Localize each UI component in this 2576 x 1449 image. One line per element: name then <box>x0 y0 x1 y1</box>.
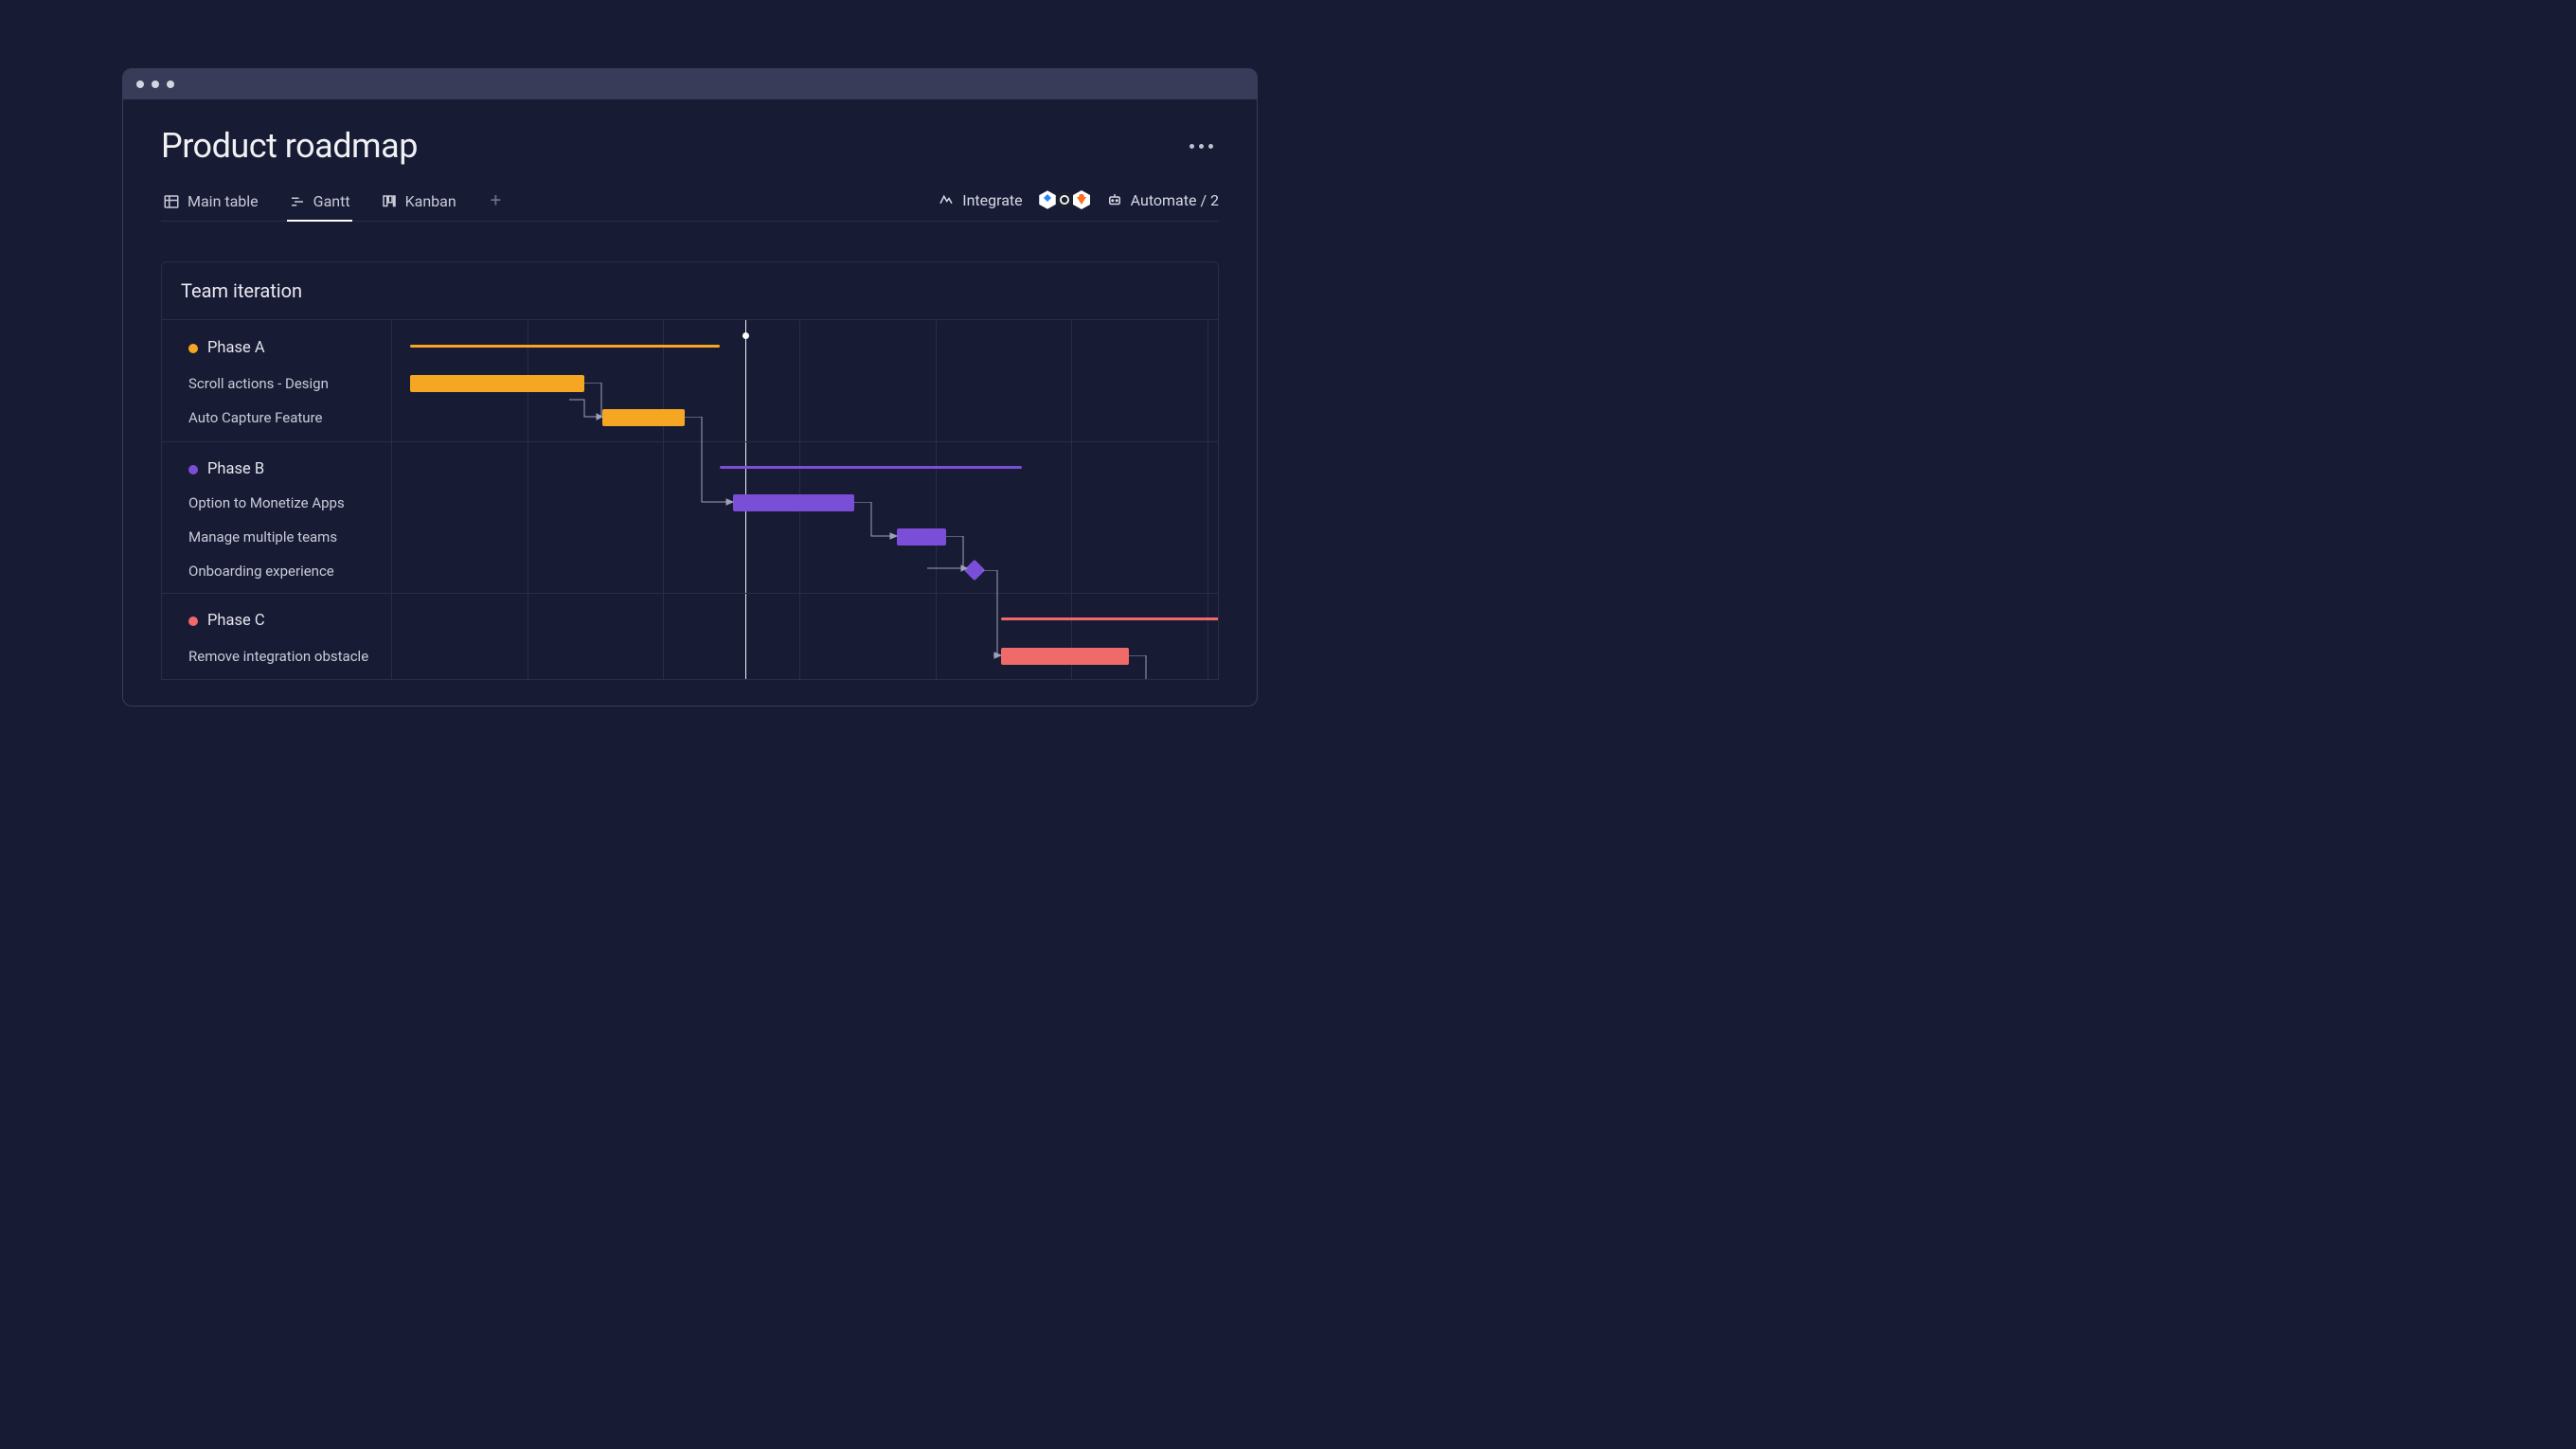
phase-name: Phase A <box>207 339 265 357</box>
integrate-icon <box>938 191 955 208</box>
phase-header-a[interactable]: Phase A <box>162 339 265 357</box>
integrations-icons[interactable] <box>1036 188 1093 211</box>
phase-a-summary-bar[interactable] <box>410 345 720 348</box>
gantt-icon <box>289 193 306 210</box>
task-label: Remove integration obstacle <box>162 648 394 665</box>
kanban-icon <box>381 193 398 210</box>
dependency-arrow <box>952 570 1009 663</box>
phase-header-b[interactable]: Phase B <box>162 460 264 478</box>
tab-kanban[interactable]: Kanban <box>379 187 458 222</box>
page-title: Product roadmap <box>161 126 418 166</box>
task-bar[interactable] <box>410 375 584 392</box>
tab-label: Kanban <box>405 192 456 210</box>
phase-color-dot <box>188 465 198 474</box>
phase-header-c[interactable]: Phase C <box>162 612 265 630</box>
window-close-dot[interactable] <box>136 80 144 88</box>
task-bar[interactable] <box>1001 648 1129 665</box>
tab-label: Gantt <box>313 192 350 210</box>
window-min-dot[interactable] <box>152 80 159 88</box>
dependency-arrow <box>685 417 742 510</box>
integrate-button[interactable]: Integrate <box>938 191 1022 209</box>
add-view-button[interactable]: + <box>485 188 507 219</box>
dependency-arrow <box>1129 655 1152 680</box>
window-max-dot[interactable] <box>167 80 174 88</box>
app-window: Product roadmap Main table Gantt Kanban <box>122 68 1258 707</box>
phase-name: Phase B <box>207 460 264 478</box>
table-icon <box>163 193 180 210</box>
task-label: Option to Monetize Apps <box>162 494 394 511</box>
automate-button[interactable]: Automate / 2 <box>1106 191 1219 209</box>
tab-gantt[interactable]: Gantt <box>287 187 352 222</box>
dependency-arrow <box>854 502 903 544</box>
task-label: Onboarding experience <box>162 563 394 580</box>
task-row[interactable]: Onboarding experience <box>162 563 1218 580</box>
task-label: Scroll actions - Design <box>162 375 394 392</box>
task-label: Manage multiple teams <box>162 528 394 546</box>
board-title: Team iteration <box>162 262 1218 319</box>
dependency-arrow <box>927 536 973 574</box>
tab-main-table[interactable]: Main table <box>161 187 260 222</box>
phase-name: Phase C <box>207 612 265 630</box>
dependency-arrow <box>584 383 607 424</box>
phase-color-dot <box>188 617 198 626</box>
task-bar[interactable] <box>733 494 854 511</box>
task-row[interactable]: Scroll actions - Design <box>162 375 1218 392</box>
view-tabs: Main table Gantt Kanban + Integrate <box>161 187 1219 222</box>
task-label: Auto Capture Feature <box>162 409 394 426</box>
gantt-board: Team iteration Phase A <box>161 261 1219 680</box>
integrate-label: Integrate <box>962 191 1022 209</box>
robot-icon <box>1106 191 1123 208</box>
more-options-button[interactable] <box>1184 138 1219 154</box>
automate-label: Automate / 2 <box>1131 191 1219 209</box>
window-titlebar <box>123 69 1257 99</box>
task-row[interactable]: Manage multiple teams <box>162 528 1218 546</box>
tab-label: Main table <box>188 192 259 210</box>
gantt-chart[interactable]: Phase A Scroll actions - Design Auto Cap… <box>162 319 1218 679</box>
phase-color-dot <box>188 344 198 353</box>
gitlab-icon <box>1070 188 1093 211</box>
phase-b-summary-bar[interactable] <box>720 466 1022 469</box>
phase-c-summary-bar[interactable] <box>1001 617 1219 620</box>
